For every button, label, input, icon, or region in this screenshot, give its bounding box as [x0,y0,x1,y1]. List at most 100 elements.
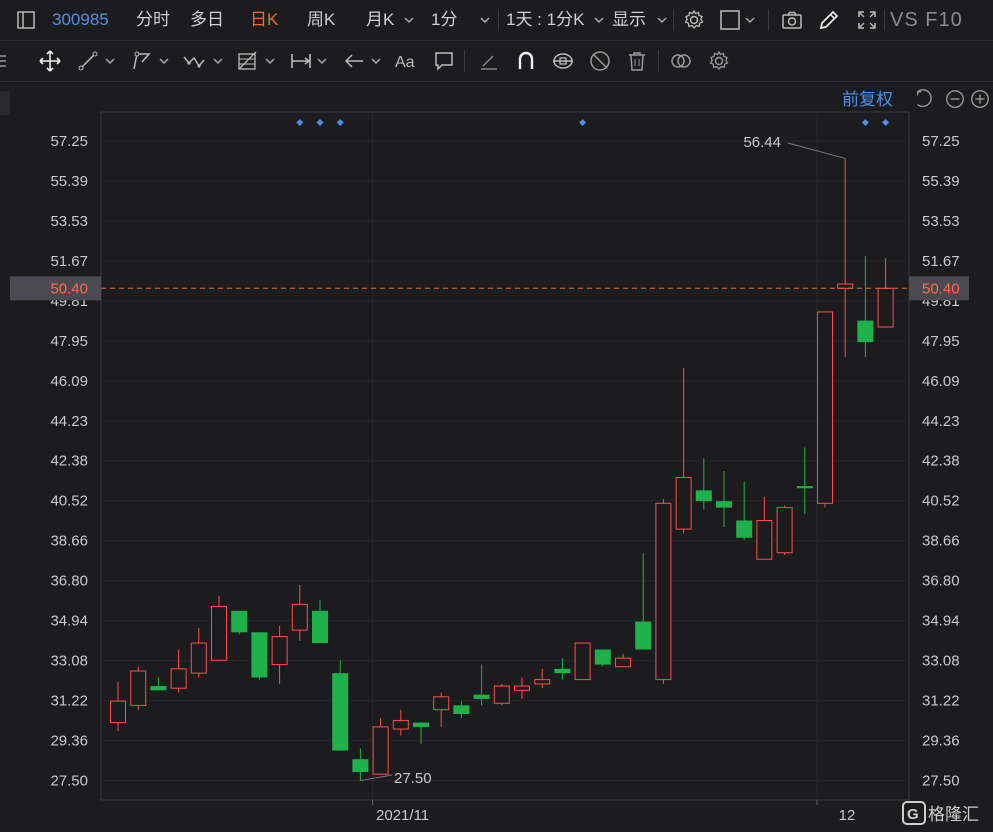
x-tick-label: 2021/11 [376,807,429,824]
y-tick-label: 55.39 [922,173,960,190]
period-tab-1min[interactable]: 1分 [431,0,457,40]
candle [150,677,167,691]
chevron-down-icon[interactable] [477,9,493,31]
fibonacci-icon[interactable] [236,49,260,73]
chevron-down-icon[interactable] [102,50,118,72]
y-tick-label: 40.52 [50,493,88,510]
text-tool-icon[interactable]: Aa [394,49,418,73]
candle-body [716,501,732,508]
comment-icon[interactable] [432,49,456,73]
camera-icon[interactable] [780,8,804,32]
candle-body [211,606,227,661]
magnet-icon[interactable] [514,49,538,73]
y-tick-label: 38.66 [50,533,88,550]
chevron-down-icon[interactable] [314,50,330,72]
pencil-icon[interactable] [817,8,841,32]
menu-icon[interactable] [0,49,10,73]
candle-body [756,520,773,560]
square-icon[interactable] [718,8,742,32]
candle [615,653,631,668]
reset-icon[interactable] [914,88,936,110]
candle-body [130,670,147,706]
trend-line-icon[interactable] [76,49,100,73]
fullscreen-icon[interactable] [855,8,879,32]
interval-select[interactable]: 1天 : 1分K [506,0,584,40]
period-tab-daily-k[interactable]: 日K [250,0,278,40]
chevron-down-icon[interactable] [210,50,226,72]
candle [251,632,268,680]
hide-drawings-icon[interactable] [588,49,612,73]
candle-body [332,673,349,751]
y-tick-label: 27.50 [922,773,960,790]
eraser-icon[interactable] [477,49,501,73]
side-handle[interactable] [0,91,10,115]
chevron-down-icon[interactable] [401,9,417,31]
vs-f10-button[interactable]: VS F10 [890,0,963,40]
candle-body [413,722,429,727]
current-price-line: 50.40 50.40 [10,276,969,301]
period-tab-multiday[interactable]: 多日 [190,0,224,40]
y-tick-label: 29.36 [50,733,88,750]
sidebar-toggle-icon[interactable] [14,8,38,32]
candle [473,664,490,706]
candle [776,505,793,555]
watermark-text: 格隆汇 [928,805,979,825]
high-price-label: 56.44 [743,134,781,151]
period-tab-intraday[interactable]: 分时 [136,0,170,40]
y-tick-label: 46.09 [50,373,88,390]
divider [768,9,769,31]
candle-body [635,621,652,650]
polyline-icon[interactable] [130,49,154,73]
y-tick-label: 46.09 [922,373,960,390]
zoom-out-icon[interactable] [944,88,966,110]
candle-body [190,642,207,674]
measure-icon[interactable] [289,49,313,73]
candle [413,722,429,745]
top-toolbar: 300985 分时 多日 日K 周K 月K 1分 1天 : 1分K 显示 VS … [0,0,993,41]
candle [756,496,773,560]
chevron-down-icon[interactable] [156,50,172,72]
y-tick-label: 29.36 [922,733,960,750]
candle [574,642,591,681]
y-tick-label: 38.66 [922,533,960,550]
candle [372,718,389,775]
gear-icon[interactable] [707,49,731,73]
period-tab-weekly-k[interactable]: 周K [307,0,335,40]
stock-code[interactable]: 300985 [52,0,109,40]
candle [332,660,349,751]
event-marker [316,119,324,126]
arrow-left-icon[interactable] [342,49,366,73]
candle-body [312,610,328,644]
chevron-down-icon[interactable] [262,50,278,72]
candle-body [615,657,631,668]
candle-body [655,502,672,681]
drawing-toolbar: Aa [0,41,993,82]
chevron-down-icon[interactable] [591,9,607,31]
period-tab-monthly-k[interactable]: 月K [366,0,394,40]
price-box-left [10,276,101,301]
candle [352,748,369,781]
adjust-mode-button[interactable]: 前复权 [842,85,893,110]
event-marker [336,119,344,126]
candle [392,709,409,736]
chevron-down-icon[interactable] [654,9,670,31]
chevron-down-icon[interactable] [742,9,758,31]
candle [211,595,227,661]
y-tick-label: 53.53 [922,213,960,230]
wave-icon[interactable] [182,49,206,73]
y-tick-label: 42.38 [922,453,960,470]
y-tick-label: 49.81 [922,293,960,310]
candle [695,458,712,510]
move-icon[interactable] [38,49,62,73]
trash-icon[interactable] [625,49,649,73]
chevron-down-icon[interactable] [368,50,384,72]
lock-drawing-icon[interactable] [551,49,575,73]
display-menu[interactable]: 显示 [612,0,646,40]
zoom-in-icon[interactable] [969,88,991,110]
compare-icon[interactable] [669,49,693,73]
y-tick-label: 47.95 [50,333,88,350]
candlestick-chart[interactable]: 57.25 55.39 53.53 51.67 49.81 47.95 46.09 44.23… [0,0,993,832]
event-marker [579,119,587,126]
gear-icon[interactable] [682,8,706,32]
candle [594,649,611,667]
